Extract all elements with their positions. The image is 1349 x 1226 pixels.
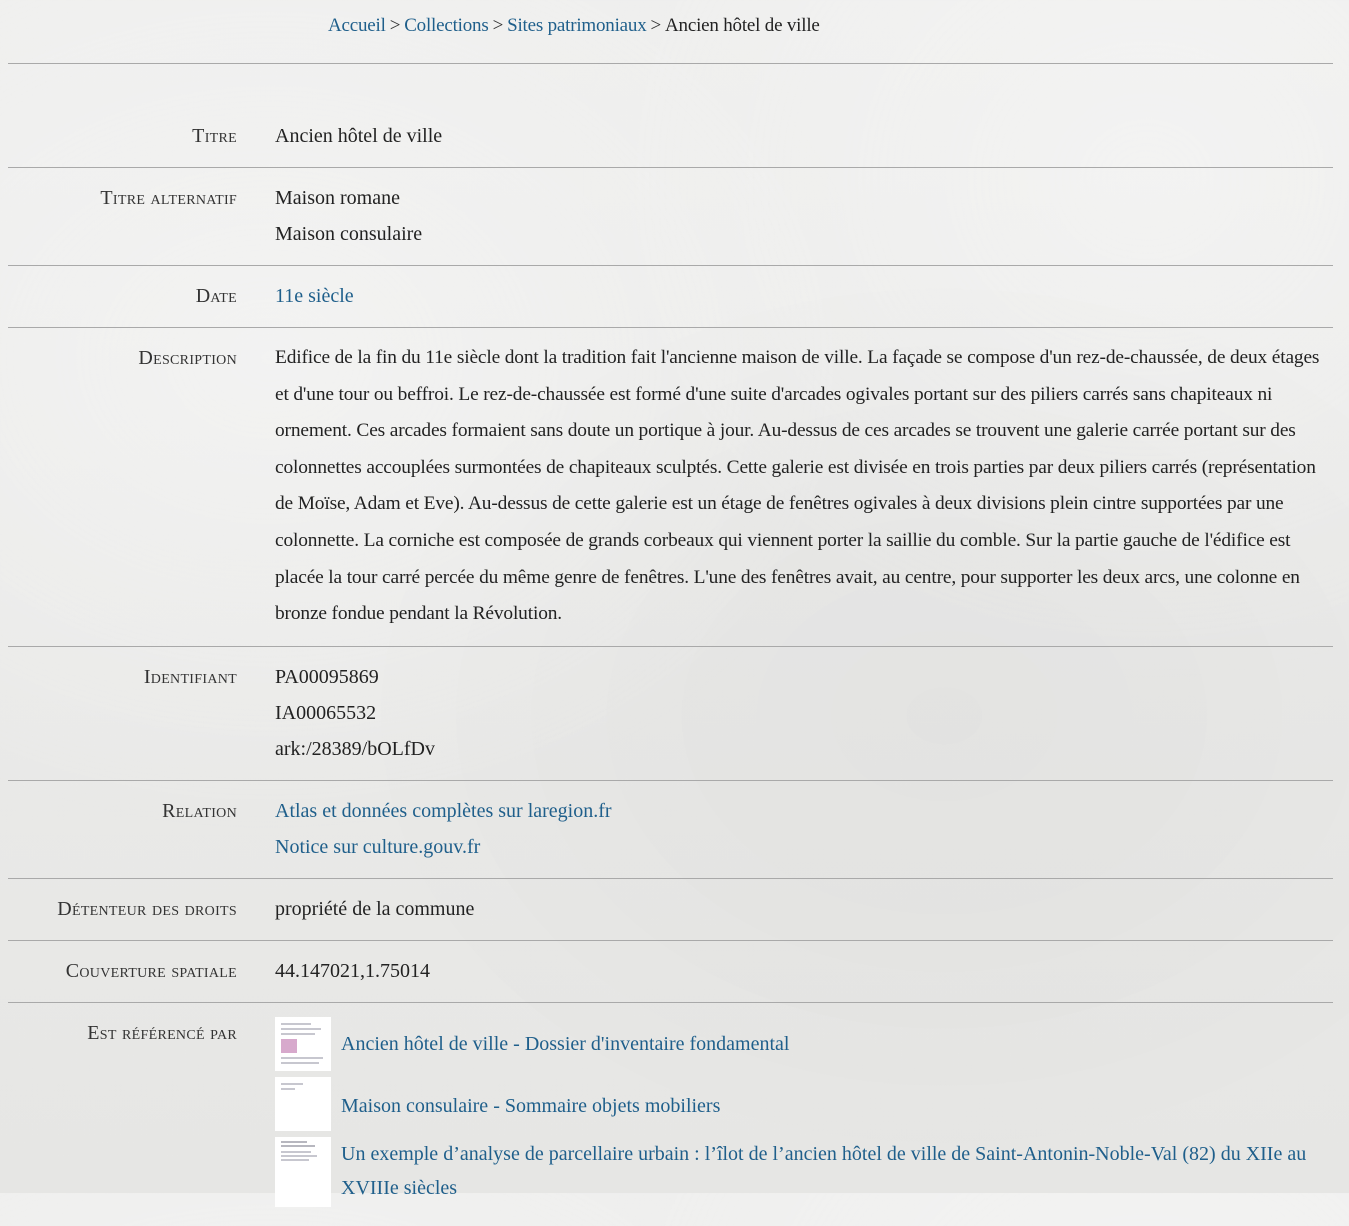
title-value: Ancien hôtel de ville (275, 125, 443, 147)
field-label: Titre (192, 125, 237, 147)
breadcrumb-home-link[interactable]: Accueil (328, 15, 386, 36)
metadata-row-referenced-by: Est référencé par Ancien hôtel de ville … (8, 1003, 1333, 1226)
field-values: Ancien hôtel de ville (237, 118, 1333, 154)
field-label: Titre alternatif (100, 187, 237, 209)
breadcrumb-separator: > (650, 15, 662, 36)
field-label: Relation (162, 799, 237, 822)
identifier-value: PA00095869 (275, 665, 379, 688)
breadcrumb-separator: > (492, 15, 504, 36)
field-label: Est référencé par (87, 1021, 237, 1044)
metadata-row-title: Titre Ancien hôtel de ville (8, 106, 1333, 168)
document-thumbnail[interactable] (275, 1016, 331, 1071)
relation-link-laregion[interactable]: Atlas et données complètes sur laregion.… (275, 793, 1333, 829)
spatial-value: 44.147021,1.75014 (275, 959, 430, 982)
referenced-item-link[interactable]: Un exemple d’analyse de parcellaire urba… (341, 1137, 1333, 1205)
referenced-by-list: Ancien hôtel de ville - Dossier d'invent… (237, 1015, 1333, 1213)
metadata-list: Titre Ancien hôtel de ville Titre altern… (8, 106, 1333, 1226)
referenced-item-link[interactable]: Maison consulaire - Sommaire objets mobi… (341, 1077, 720, 1121)
referenced-item[interactable]: Ancien hôtel de ville - Dossier d'invent… (275, 1016, 1333, 1071)
breadcrumb-collections-link[interactable]: Collections (404, 15, 489, 36)
metadata-row-spatial: Couverture spatiale 44.147021,1.75014 (8, 941, 1333, 1003)
field-values: Atlas et données complètes sur laregion.… (237, 793, 1333, 865)
date-link[interactable]: 11e siècle (275, 278, 1333, 314)
field-label: Détenteur des droits (57, 897, 237, 920)
top-divider (8, 63, 1333, 64)
breadcrumb: Accueil > Collections > Sites patrimoniaux > A… (328, 13, 820, 39)
document-thumbnail[interactable] (275, 1076, 331, 1131)
field-label: Description (138, 347, 237, 369)
relation-link-culture[interactable]: Notice sur culture.gouv.fr (275, 829, 1333, 865)
alt-title-value: Maison romane (275, 187, 400, 209)
field-label: Date (195, 285, 237, 307)
field-values: propriété de la commune (237, 891, 1333, 927)
document-thumbnail[interactable] (275, 1136, 331, 1207)
metadata-row-alt-title: Titre alternatif Maison romane Maison co… (8, 168, 1333, 266)
alt-title-value: Maison consulaire (275, 223, 423, 245)
metadata-row-relation: Relation Atlas et données complètes sur … (8, 781, 1333, 879)
field-values: 11e siècle (237, 278, 1333, 314)
identifier-value: IA00065532 (275, 701, 377, 724)
field-values: PA00095869 IA00065532 ark:/28389/bOLfDv (237, 659, 1333, 767)
referenced-item[interactable]: Un exemple d’analyse de parcellaire urba… (275, 1136, 1333, 1207)
referenced-item-link[interactable]: Ancien hôtel de ville - Dossier d'invent… (341, 1017, 789, 1059)
metadata-row-description: Description Edifice de la fin du 11e siè… (8, 328, 1333, 647)
identifier-value: ark:/28389/bOLfDv (275, 737, 435, 760)
metadata-row-rights-holder: Détenteur des droits propriété de la com… (8, 879, 1333, 941)
field-label: Couverture spatiale (65, 959, 237, 982)
breadcrumb-sites-link[interactable]: Sites patrimoniaux (507, 15, 647, 36)
referenced-item[interactable]: Maison consulaire - Sommaire objets mobi… (275, 1076, 1333, 1131)
rights-holder-value: propriété de la commune (275, 897, 475, 920)
breadcrumb-current: Ancien hôtel de ville (665, 15, 820, 36)
description-text: Edifice de la fin du 11e siècle dont la … (275, 347, 1320, 625)
field-values: Maison romane Maison consulaire (237, 180, 1333, 252)
field-label: Identifiant (143, 665, 237, 688)
metadata-row-date: Date 11e siècle (8, 266, 1333, 328)
field-values: 44.147021,1.75014 (237, 953, 1333, 989)
metadata-row-identifier: Identifiant PA00095869 IA00065532 ark:/2… (8, 647, 1333, 781)
breadcrumb-separator: > (389, 15, 401, 36)
